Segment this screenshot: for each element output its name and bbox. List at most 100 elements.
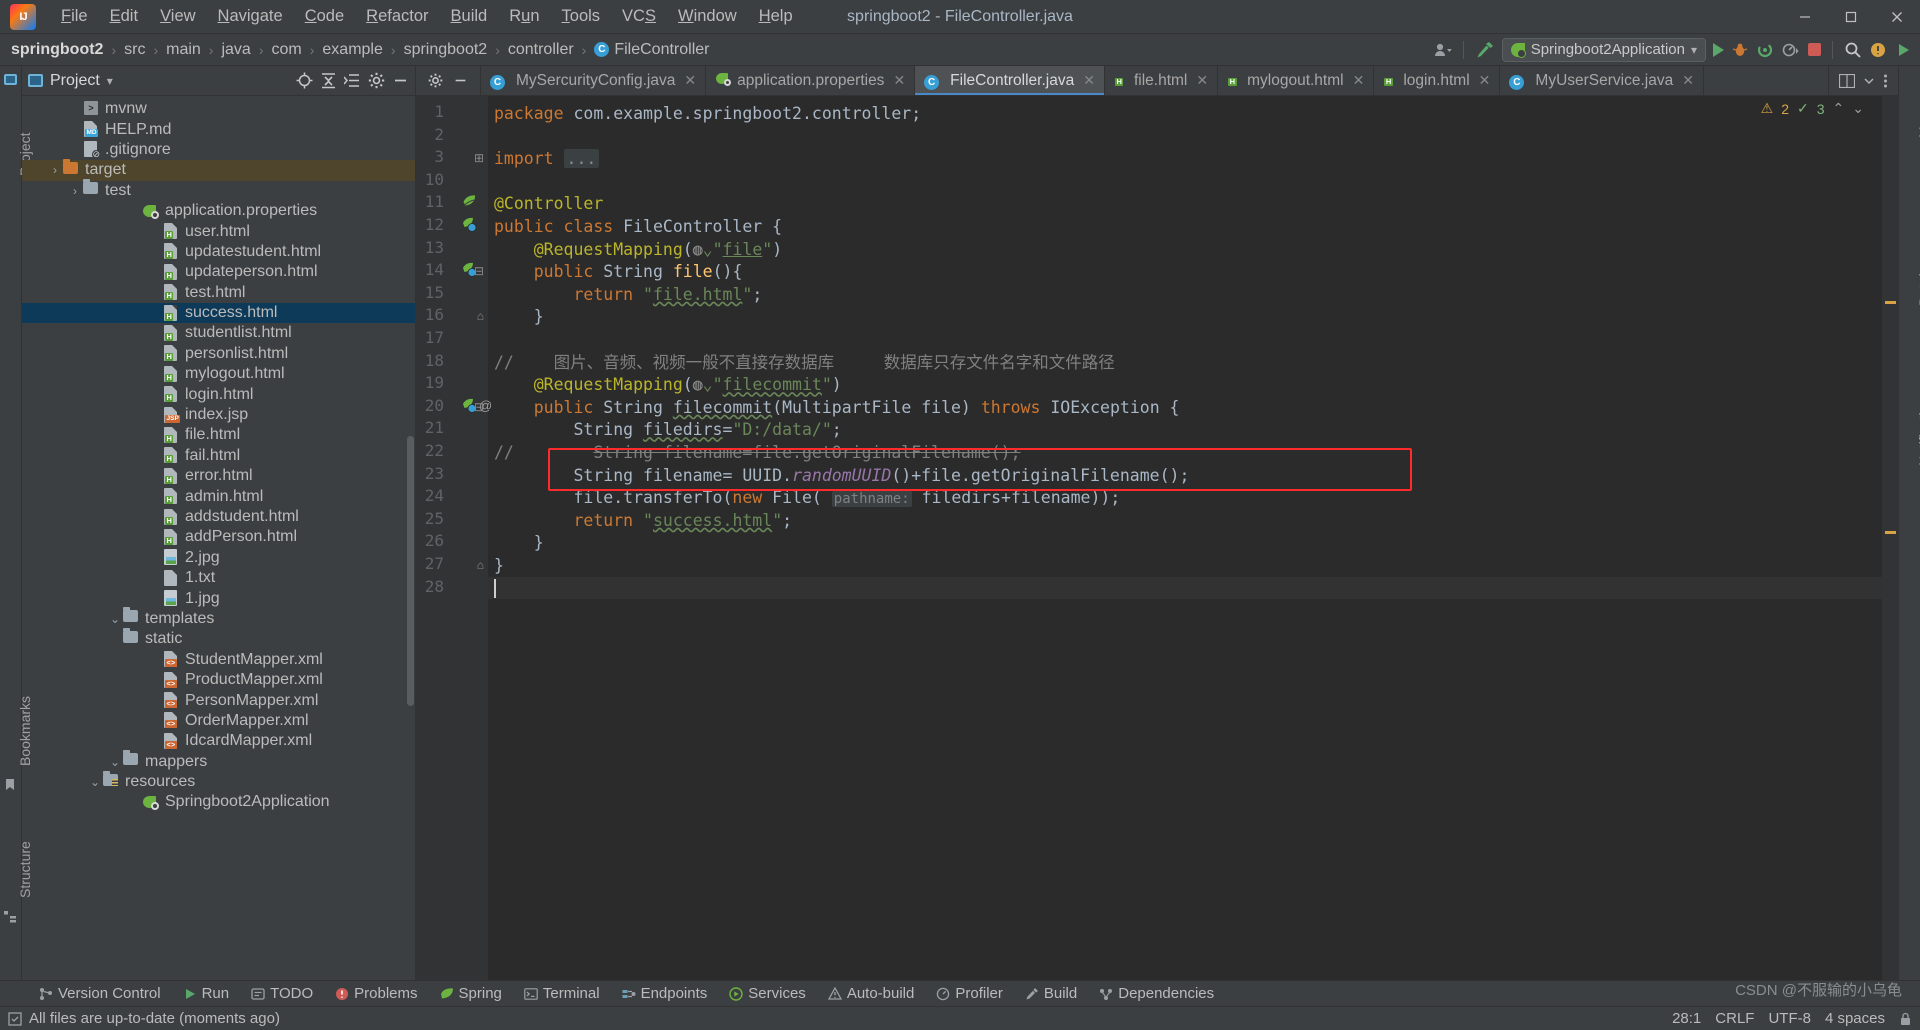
marker-warning[interactable] [1885,301,1896,304]
tree-item-application-properties[interactable]: application.properties [22,201,415,221]
menu-run[interactable]: Run [498,3,550,30]
code-content[interactable]: package com.example.springboot2.controll… [488,96,1882,980]
breadcrumb-item-0[interactable]: springboot2 [8,39,106,61]
editor-marker-strip[interactable] [1882,96,1898,980]
project-scrollbar[interactable] [407,436,414,706]
code-editor[interactable]: 1 2 3 10 11 12 13 14 15 16 17 18 19 20 21 22 23 24 25 26 27 2… [416,96,1898,980]
coverage-icon[interactable] [1756,41,1774,59]
close-icon[interactable]: ✕ [1682,72,1694,89]
fold-end-icon[interactable]: ⌂ [477,309,484,323]
menu-vcs[interactable]: VCS [611,3,667,30]
tree-item-addstudent-html[interactable]: Haddstudent.html [22,507,415,527]
tree-item-admin-html[interactable]: Hadmin.html [22,486,415,506]
indent-setting[interactable]: 4 spaces [1825,1010,1885,1027]
editor-tab-filecontroller-java[interactable]: C FileController.java ✕ [915,66,1105,95]
user-icon[interactable] [1434,42,1452,58]
tree-item-ordermapper-xml[interactable]: <> OrderMapper.xml [22,711,415,731]
tree-item-index-jsp[interactable]: JSP index.jsp [22,405,415,425]
tool-window-button-terminal[interactable]: Terminal [513,981,611,1007]
menu-build[interactable]: Build [440,3,499,30]
lock-icon[interactable] [1899,1012,1912,1026]
minimize-button[interactable] [1782,0,1828,34]
close-icon[interactable]: ✕ [1479,72,1491,89]
close-button[interactable] [1874,0,1920,34]
breadcrumb-item-2[interactable]: main [163,39,204,61]
breadcrumb-item-6[interactable]: springboot2 [401,39,491,61]
tree-chevron-icon[interactable]: › [48,163,62,177]
tool-window-button-run[interactable]: Run [172,981,241,1007]
tree-chevron-icon[interactable]: ⌄ [108,755,122,769]
stop-icon[interactable] [1808,43,1821,56]
editor-tab-login-html[interactable]: Hlogin.html ✕ [1374,66,1501,95]
tree-item-file-html[interactable]: Hfile.html [22,425,415,445]
gear-icon[interactable] [428,73,443,88]
tool-window-button-services[interactable]: Services [718,981,817,1007]
editor-tab-file-html[interactable]: Hfile.html ✕ [1105,66,1219,95]
tree-item-1-txt[interactable]: 1.txt [22,568,415,588]
run-configuration-selector[interactable]: Springboot2Application ▾ [1501,37,1706,62]
close-icon[interactable]: ✕ [684,72,696,89]
menu-file[interactable]: File [50,3,99,30]
tree-item-studentlist-html[interactable]: Hstudentlist.html [22,323,415,343]
breadcrumb-item-3[interactable]: java [218,39,253,61]
inspection-widget[interactable]: ⚠ 2 ✓ 3 ⌃ ⌄ [1761,100,1864,117]
tree-item--gitignore[interactable]: .gitignore [22,140,415,160]
line-separator[interactable]: CRLF [1715,1010,1754,1027]
crosshair-icon[interactable] [296,72,313,89]
close-icon[interactable]: ✕ [1196,72,1208,89]
tree-item-user-html[interactable]: Huser.html [22,221,415,241]
breadcrumb-item-1[interactable]: src [121,39,148,61]
tree-item-idcardmapper-xml[interactable]: <> IdcardMapper.xml [22,731,415,751]
editor-gutter[interactable]: 1 2 3 10 11 12 13 14 15 16 17 18 19 20 21 22 23 24 25 26 27 2… [416,96,492,980]
menu-refactor[interactable]: Refactor [355,3,439,30]
tree-item-fail-html[interactable]: Hfail.html [22,446,415,466]
tree-chevron-icon[interactable]: ⌄ [108,612,122,626]
maximize-button[interactable] [1828,0,1874,34]
tree-item-help-md[interactable]: MD HELP.md [22,119,415,139]
gutter-bean-config-icon[interactable] [462,217,477,232]
tool-window-button-dependencies[interactable]: Dependencies [1088,981,1225,1007]
next-problem-icon[interactable]: ⌄ [1852,100,1864,117]
hide-icon[interactable] [392,72,409,89]
prev-problem-icon[interactable]: ⌃ [1833,100,1845,117]
menu-window[interactable]: Window [667,3,748,30]
tree-item-static[interactable]: static [22,627,415,649]
tool-window-button-todo[interactable]: TODO [240,981,324,1007]
tree-item-2-jpg[interactable]: 2.jpg [22,548,415,568]
menu-edit[interactable]: Edit [99,3,149,30]
tree-item-updatestudent-html[interactable]: Hupdatestudent.html [22,242,415,262]
breadcrumb-current-file[interactable]: C FileController [591,39,712,61]
tool-window-button-auto-build[interactable]: Auto-build [817,981,926,1007]
tool-window-button-version-control[interactable]: Version Control [28,981,172,1007]
rail-label-database[interactable]: Database [1916,246,1920,306]
editor-tab-mylogout-html[interactable]: Hmylogout.html ✕ [1218,66,1375,95]
search-icon[interactable] [1844,41,1862,59]
tree-item-error-html[interactable]: Herror.html [22,466,415,486]
tree-item-studentmapper-xml[interactable]: <> StudentMapper.xml [22,650,415,670]
editor-tab-application-properties[interactable]: application.properties ✕ [706,66,916,95]
tree-item-login-html[interactable]: Hlogin.html [22,384,415,404]
menu-tools[interactable]: Tools [551,3,612,30]
tool-window-button-endpoints[interactable]: Endpoints [611,981,719,1007]
tree-item-mvnw[interactable]: > mvnw [22,99,415,119]
updates-icon[interactable] [1869,41,1887,59]
collapse-all-icon[interactable] [320,72,337,89]
tree-item-updateperson-html[interactable]: Hupdateperson.html [22,262,415,282]
split-icon[interactable] [1839,73,1855,88]
tree-item-addperson-html[interactable]: HaddPerson.html [22,527,415,547]
project-tree[interactable]: >mvnwMDHELP.md.gitignore›target›testappl… [22,96,415,980]
close-icon[interactable]: ✕ [1353,72,1365,89]
menu-help[interactable]: Help [748,3,804,30]
chevron-down-icon[interactable]: ▾ [107,74,113,88]
tree-item-personlist-html[interactable]: Hpersonlist.html [22,344,415,364]
tree-item-resources[interactable]: ⌄ resources [22,770,415,792]
breadcrumb-item-4[interactable]: com [269,39,305,61]
tree-item-target[interactable]: › target [22,158,415,181]
hide-icon[interactable] [453,73,468,88]
rail-label-maven[interactable]: Maven [1916,96,1920,138]
tree-item-test-html[interactable]: Htest.html [22,283,415,303]
file-encoding[interactable]: UTF-8 [1768,1010,1811,1027]
menu-code[interactable]: Code [294,3,355,30]
gutter-bean-icon[interactable] [462,194,477,209]
expand-all-icon[interactable] [344,72,361,89]
